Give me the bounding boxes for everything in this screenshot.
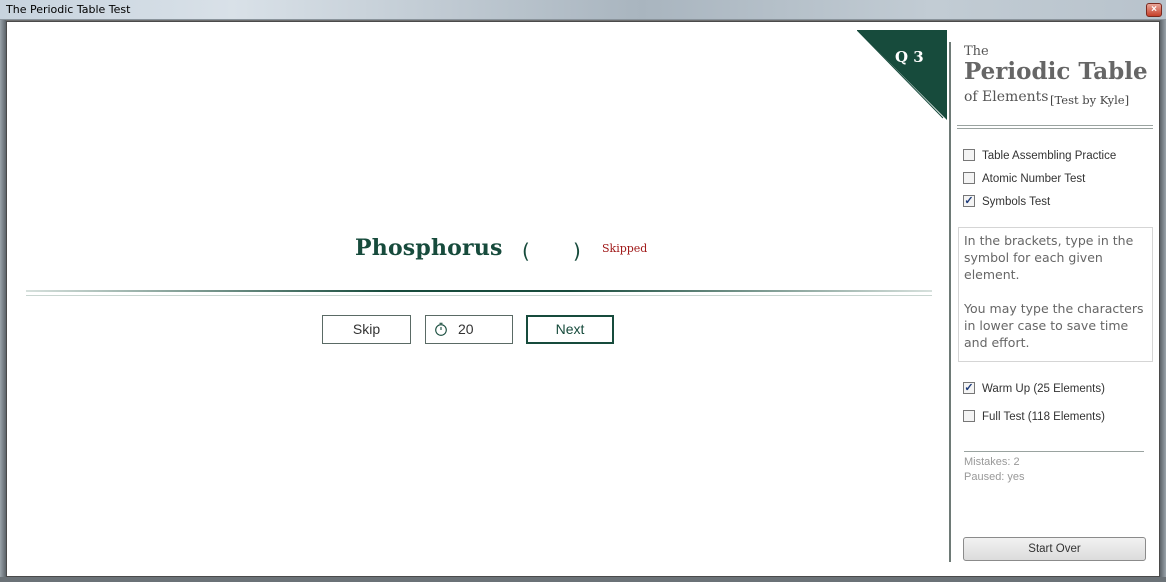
checkbox[interactable] bbox=[963, 409, 975, 422]
brand-subtitle: of Elements bbox=[964, 89, 1049, 105]
element-name: Phosphorus bbox=[355, 235, 503, 261]
option-label: Symbols Test bbox=[982, 196, 1051, 208]
skipped-status: Skipped bbox=[602, 242, 648, 255]
answer-input[interactable] bbox=[537, 241, 573, 263]
bracket-open: ( bbox=[522, 239, 530, 263]
close-button[interactable]: × bbox=[1146, 3, 1162, 17]
main-divider bbox=[26, 290, 932, 292]
instructions-box: In the brackets, type in the symbol for … bbox=[958, 227, 1153, 362]
set-option-warm-up[interactable]: ✓ Warm Up (25 Elements) bbox=[963, 381, 1105, 395]
stopwatch-icon bbox=[435, 322, 447, 336]
checkbox[interactable] bbox=[963, 148, 975, 161]
checkbox-checked[interactable]: ✓ bbox=[963, 194, 975, 207]
mode-option-symbols[interactable]: ✓ Symbols Test bbox=[963, 194, 1051, 208]
paused-status: Paused: yes bbox=[964, 471, 1025, 483]
window-title: The Periodic Table Test bbox=[6, 3, 131, 16]
sidebar-divider bbox=[957, 125, 1153, 126]
question-number: Q 3 bbox=[895, 48, 924, 66]
question-badge bbox=[857, 30, 947, 120]
option-label: Atomic Number Test bbox=[982, 173, 1086, 185]
skip-button[interactable]: Skip bbox=[322, 315, 411, 344]
sidebar-separator bbox=[949, 42, 951, 562]
app-client-area: Q 3 Phosphorus ( ) Skipped Skip 20 Next … bbox=[6, 21, 1160, 577]
checkbox-checked[interactable]: ✓ bbox=[963, 381, 975, 394]
next-button[interactable]: Next bbox=[526, 315, 614, 344]
option-label: Warm Up (25 Elements) bbox=[982, 383, 1105, 395]
brand-title: Periodic Table bbox=[964, 58, 1148, 85]
mode-option-atomic-number[interactable]: Atomic Number Test bbox=[963, 171, 1086, 185]
timer-value: 20 bbox=[458, 321, 474, 337]
mistakes-count: Mistakes: 2 bbox=[964, 456, 1020, 468]
window-frame-right bbox=[1160, 20, 1166, 582]
main-divider-thin bbox=[26, 295, 932, 296]
checkbox[interactable] bbox=[963, 171, 975, 184]
option-label: Table Assembling Practice bbox=[982, 150, 1117, 162]
timer-display: 20 bbox=[425, 315, 513, 344]
instruction-text: You may type the characters in lower cas… bbox=[964, 301, 1144, 350]
stats-divider bbox=[964, 451, 1144, 452]
title-bar: The Periodic Table Test × bbox=[0, 0, 1166, 20]
window-frame-bottom bbox=[0, 577, 1166, 582]
mode-option-table-assembling[interactable]: Table Assembling Practice bbox=[963, 148, 1117, 162]
sidebar-divider bbox=[957, 128, 1153, 129]
set-option-full-test[interactable]: Full Test (118 Elements) bbox=[963, 409, 1105, 423]
instruction-text: In the brackets, type in the symbol for … bbox=[964, 233, 1134, 282]
start-over-button[interactable]: Start Over bbox=[963, 537, 1146, 561]
brand-author: [Test by Kyle] bbox=[1050, 93, 1130, 107]
bracket-close: ) bbox=[573, 239, 581, 263]
option-label: Full Test (118 Elements) bbox=[982, 411, 1105, 423]
brand-the: The bbox=[964, 44, 989, 59]
